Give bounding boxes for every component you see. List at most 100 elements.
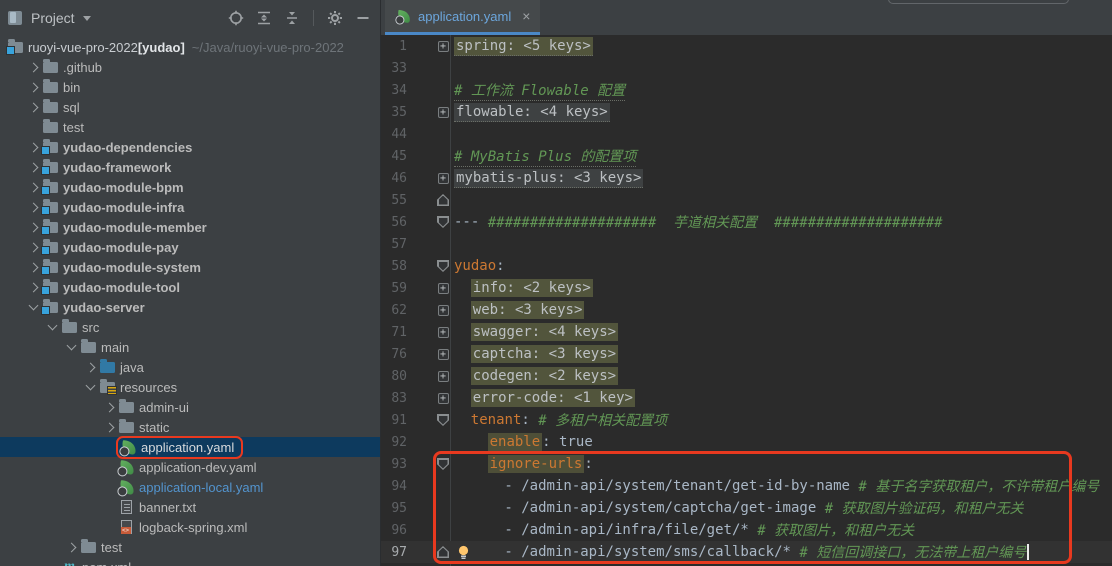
tree-item-yudao-module-pay[interactable]: yudao-module-pay: [0, 237, 380, 257]
expand-all-icon[interactable]: [255, 9, 273, 27]
chevron-right-icon[interactable]: [29, 282, 39, 292]
fold-end-icon[interactable]: [437, 546, 449, 558]
code-line-59[interactable]: 59+info: <2 keys>: [381, 277, 1112, 299]
code-line-44[interactable]: 44: [381, 123, 1112, 145]
code-line-76[interactable]: 76+captcha: <3 keys>: [381, 343, 1112, 365]
code-line-62[interactable]: 62+web: <3 keys>: [381, 299, 1112, 321]
close-icon[interactable]: ×: [522, 8, 530, 24]
settings-icon[interactable]: [326, 9, 344, 27]
code-line-97[interactable]: 97- /admin-api/system/sms/callback/* # 短…: [381, 541, 1112, 563]
chevron-right-icon[interactable]: [29, 162, 39, 172]
line-number: 93: [381, 457, 407, 472]
line-number: 94: [381, 479, 407, 494]
tree-item-admin-ui[interactable]: admin-ui: [0, 397, 380, 417]
fold-expand-icon[interactable]: +: [438, 107, 449, 118]
chevron-right-icon[interactable]: [29, 62, 39, 72]
code-line-56[interactable]: 56--- #################### 芋道相关配置 ######…: [381, 211, 1112, 233]
fold-expand-icon[interactable]: +: [438, 305, 449, 316]
code-line-45[interactable]: 45# MyBatis Plus 的配置项: [381, 145, 1112, 167]
fold-collapse-icon[interactable]: [437, 458, 449, 470]
chevron-right-icon[interactable]: [29, 262, 39, 272]
intention-bulb-icon[interactable]: [457, 545, 470, 560]
code-line-92[interactable]: 92enable: true: [381, 431, 1112, 453]
fold-expand-icon[interactable]: +: [438, 393, 449, 404]
chevron-right-icon[interactable]: [29, 142, 39, 152]
hide-icon[interactable]: [354, 9, 372, 27]
spring-yaml-file-icon: [119, 480, 135, 495]
chevron-right-icon[interactable]: [29, 222, 39, 232]
collapse-all-icon[interactable]: [283, 9, 301, 27]
tree-item-yudao-module-bpm[interactable]: yudao-module-bpm: [0, 177, 380, 197]
tree-item-bin[interactable]: bin: [0, 77, 380, 97]
fold-expand-icon[interactable]: +: [438, 173, 449, 184]
tree-item-resources[interactable]: resources: [0, 377, 380, 397]
tree-item-yudao-framework[interactable]: yudao-framework: [0, 157, 380, 177]
tree-item-static[interactable]: static: [0, 417, 380, 437]
tree-item-test[interactable]: test: [0, 117, 380, 137]
fold-expand-icon[interactable]: +: [438, 327, 449, 338]
fold-expand-icon[interactable]: +: [438, 349, 449, 360]
chevron-right-icon[interactable]: [29, 102, 39, 112]
code-line-46[interactable]: 46+mybatis-plus: <3 keys>: [381, 167, 1112, 189]
chevron-right-icon[interactable]: [29, 202, 39, 212]
tree-item-src[interactable]: src: [0, 317, 380, 337]
code-line-95[interactable]: 95- /admin-api/system/captcha/get-image …: [381, 497, 1112, 519]
chevron-right-icon[interactable]: [67, 542, 77, 552]
fold-collapse-icon[interactable]: [437, 260, 449, 272]
tree-item-java[interactable]: java: [0, 357, 380, 377]
tree-item-application-dev-yaml[interactable]: application-dev.yaml: [0, 457, 380, 477]
code-text: web: <3 keys>: [454, 301, 584, 319]
code-line-55[interactable]: 55: [381, 189, 1112, 211]
locate-icon[interactable]: [227, 9, 245, 27]
fold-end-icon[interactable]: [437, 194, 449, 206]
chevron-right-icon[interactable]: [29, 242, 39, 252]
tree-item-yudao-module-infra[interactable]: yudao-module-infra: [0, 197, 380, 217]
chevron-right-icon[interactable]: [86, 362, 96, 372]
tree-item--github[interactable]: .github: [0, 57, 380, 77]
chevron-down-icon[interactable]: [86, 381, 96, 391]
tree-item-logback-spring-xml[interactable]: logback-spring.xml: [0, 517, 380, 537]
chevron-right-icon[interactable]: [105, 422, 115, 432]
tree-item-yudao-module-tool[interactable]: yudao-module-tool: [0, 277, 380, 297]
tree-item-yudao-module-member[interactable]: yudao-module-member: [0, 217, 380, 237]
chevron-down-icon[interactable]: [67, 341, 77, 351]
code-line-91[interactable]: 91tenant: # 多租户相关配置项: [381, 409, 1112, 431]
fold-collapse-icon[interactable]: [437, 414, 449, 426]
chevron-right-icon[interactable]: [29, 82, 39, 92]
project-panel-title[interactable]: Project: [31, 10, 75, 26]
code-line-57[interactable]: 57: [381, 233, 1112, 255]
code-line-96[interactable]: 96- /admin-api/infra/file/get/* # 获取图片，和…: [381, 519, 1112, 541]
code-line-58[interactable]: 58yudao:: [381, 255, 1112, 277]
code-line-80[interactable]: 80+codegen: <2 keys>: [381, 365, 1112, 387]
chevron-right-icon[interactable]: [105, 402, 115, 412]
code-line-34[interactable]: 34# 工作流 Flowable 配置: [381, 79, 1112, 101]
code-line-71[interactable]: 71+swagger: <4 keys>: [381, 321, 1112, 343]
code-line-35[interactable]: 35+flowable: <4 keys>: [381, 101, 1112, 123]
tree-item-banner-txt[interactable]: banner.txt: [0, 497, 380, 517]
tree-item-yudao-dependencies[interactable]: yudao-dependencies: [0, 137, 380, 157]
tree-item-yudao-server[interactable]: yudao-server: [0, 297, 380, 317]
chevron-down-icon[interactable]: [29, 301, 39, 311]
chevron-down-icon[interactable]: [48, 321, 58, 331]
fold-expand-icon[interactable]: +: [438, 283, 449, 294]
fold-expand-icon[interactable]: +: [438, 371, 449, 382]
tree-item-application-yaml[interactable]: application.yaml: [0, 437, 380, 457]
code-line-1[interactable]: 1+spring: <5 keys>: [381, 35, 1112, 57]
fold-collapse-icon[interactable]: [437, 216, 449, 228]
chevron-right-icon[interactable]: [29, 182, 39, 192]
tree-item-sql[interactable]: sql: [0, 97, 380, 117]
chevron-down-icon[interactable]: [83, 16, 91, 21]
fold-expand-icon[interactable]: +: [438, 41, 449, 52]
tree-item-application-local-yaml[interactable]: application-local.yaml: [0, 477, 380, 497]
tree-item-test[interactable]: test: [0, 537, 380, 557]
code-line-33[interactable]: 33: [381, 57, 1112, 79]
code-line-93[interactable]: 93ignore-urls:: [381, 453, 1112, 475]
code-line-94[interactable]: 94- /admin-api/system/tenant/get-id-by-n…: [381, 475, 1112, 497]
tree-item-pom-xml[interactable]: mpom.xml: [0, 557, 380, 566]
code-editor[interactable]: 1+spring: <5 keys>3334# 工作流 Flowable 配置3…: [381, 35, 1112, 566]
tree-item-yudao-module-system[interactable]: yudao-module-system: [0, 257, 380, 277]
tree-item-project-root[interactable]: ruoyi-vue-pro-2022 [yudao]~/Java/ruoyi-v…: [0, 37, 380, 57]
tree-item-main[interactable]: main: [0, 337, 380, 357]
tab-application-yaml[interactable]: application.yaml ×: [385, 0, 540, 35]
code-line-83[interactable]: 83+error-code: <1 key>: [381, 387, 1112, 409]
